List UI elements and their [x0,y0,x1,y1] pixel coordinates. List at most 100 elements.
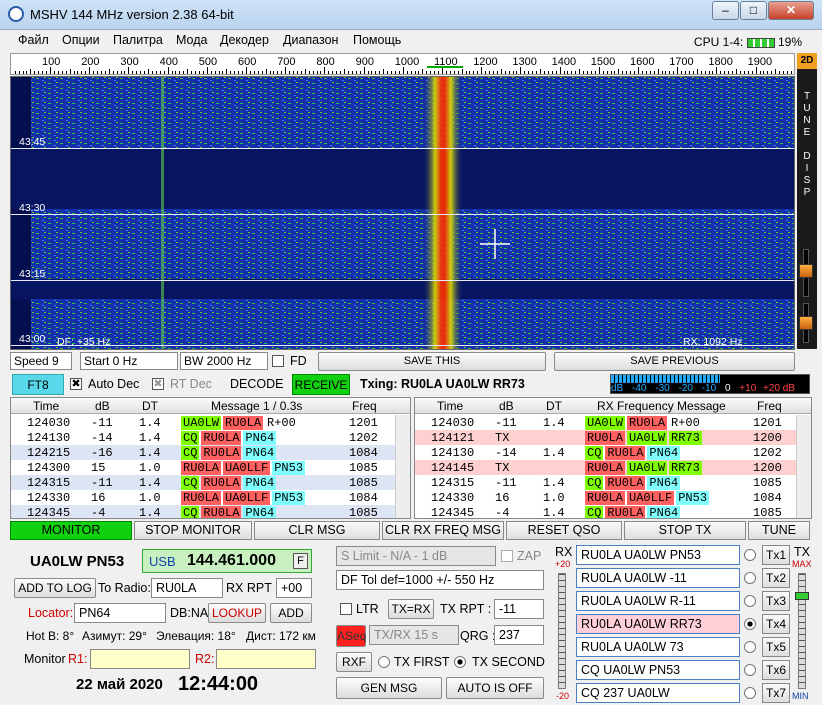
tx-message-field[interactable]: RU0LA UA0LW 73 [576,637,740,657]
tx-select-radio[interactable] [744,572,756,584]
reset-qso-button[interactable]: RESET QSO [506,521,622,540]
rt-dec-checkbox[interactable]: ✖ [152,378,164,390]
table-row[interactable]: 124130 -14 1.4 1202 CQ RU0LA PN64 [11,430,410,446]
table-row[interactable]: 124300 15 1.0 1085 RU0LA UA0LLF PN53 [11,460,410,476]
menu-band[interactable]: Диапазон [283,33,338,47]
gain-slider-track[interactable] [799,249,813,297]
tx-first-radio[interactable] [378,656,390,668]
tx-select-radio[interactable] [744,664,756,676]
menu-options[interactable]: Опции [62,33,100,47]
mode-ft8-button[interactable]: FT8 [12,374,64,395]
stop-monitor-button[interactable]: STOP MONITOR [134,521,252,540]
auto-dec-checkbox[interactable]: ✖ [70,378,82,390]
to-radio-field[interactable]: RU0LA [151,578,223,598]
table-row[interactable]: 124130 -14 1.4 1202 CQ RU0LA PN64 [415,445,811,461]
stop-tx-button[interactable]: STOP TX [624,521,746,540]
add-button[interactable]: ADD [270,603,312,623]
zap-checkbox[interactable] [501,550,513,562]
rx-frequency-table[interactable]: Time dB DT RX Frequency Message Freq 124… [414,397,812,519]
table-row[interactable]: 124330 16 1.0 1084 RU0LA UA0LLF PN53 [11,490,410,506]
table-row[interactable]: 124315 -11 1.4 1085 CQ RU0LA PN64 [11,475,410,491]
fd-checkbox[interactable] [272,355,284,367]
maximize-button[interactable]: □ [740,1,767,20]
tx-rx-period-field[interactable]: TX/RX 15 s [369,625,459,645]
minimize-button[interactable]: – [712,1,739,20]
tx-button[interactable]: Tx1 [762,545,790,565]
lookup-button[interactable]: LOOKUP [208,603,266,623]
clr-rx-freq-msg-button[interactable]: CLR RX FREQ MSG [382,521,504,540]
menu-mode[interactable]: Мода [176,33,207,47]
menu-palette[interactable]: Палитра [113,33,163,47]
speed-spinbox[interactable]: Speed 9 [10,352,72,370]
tx-level-slider[interactable] [795,573,809,689]
table-row[interactable]: 124215 -16 1.4 1084 CQ RU0LA PN64 [11,445,410,461]
tx-message-field[interactable]: RU0LA UA0LW R-11 [576,591,740,611]
tx-button[interactable]: Tx4 [762,614,790,634]
aseq-button[interactable]: ASeq [336,625,366,647]
tx-select-radio[interactable] [744,687,756,699]
r1-field[interactable] [90,649,190,669]
ltr-checkbox[interactable] [340,603,352,615]
qrg-field[interactable]: 237 [494,625,544,645]
tune-button[interactable]: TUNE [748,521,810,540]
tx-button[interactable]: Tx6 [762,660,790,680]
table-row[interactable]: 124030 -11 1.4 1201 UA0LW RU0LA R+00 [11,415,410,431]
menu-file[interactable]: Файл [18,33,49,47]
table-scrollbar[interactable] [395,415,410,518]
freq-f-button[interactable]: F [293,553,308,569]
s-limit-field[interactable]: S Limit - N/A - 1 dB [336,546,496,566]
tx-second-radio[interactable] [454,656,466,668]
close-button[interactable]: ✕ [768,1,814,20]
tx-rpt-field[interactable]: -11 [494,599,544,619]
tx-message-field[interactable]: RU0LA UA0LW PN53 [576,545,740,565]
clr-msg-button[interactable]: CLR MSG [254,521,380,540]
tx-button[interactable]: Tx3 [762,591,790,611]
save-previous-button[interactable]: SAVE PREVIOUS [554,352,795,371]
table-row[interactable]: 124315 -11 1.4 1085 CQ RU0LA PN64 [415,475,811,491]
locator-field[interactable]: PN64 [74,603,166,623]
gain-slider-knob[interactable] [799,264,813,278]
tx-select-radio[interactable] [744,618,756,630]
table-row[interactable]: 124345 -4 1.4 1085 CQ RU0LA PN64 [11,505,410,518]
frequency-ruler[interactable]: 100 200 300 400 500 600 700 800 900 1000 1100 1200 1… [10,53,795,75]
auto-is-off-button[interactable]: AUTO IS OFF [446,677,544,699]
monitor-button[interactable]: MONITOR [10,521,132,540]
tx-level-knob[interactable] [795,592,809,600]
tx-message-field[interactable]: RU0LA UA0LW RR73 [576,614,740,634]
bandwidth-spinbox[interactable]: BW 2000 Hz [180,352,268,370]
table-row[interactable]: 124345 -4 1.4 1085 CQ RU0LA PN64 [415,505,811,518]
r2-field[interactable] [216,649,316,669]
contrast-slider-track[interactable] [799,303,813,343]
add-to-log-button[interactable]: ADD TO LOG [14,578,96,598]
tx-select-radio[interactable] [744,549,756,561]
rx-rpt-field[interactable]: +00 [276,578,312,598]
tx-message-field[interactable]: CQ 237 UA0LW [576,683,740,703]
menu-help[interactable]: Помощь [353,33,401,47]
tx-message-field[interactable]: RU0LA UA0LW -11 [576,568,740,588]
menu-decoder[interactable]: Декодер [220,33,269,47]
table-row[interactable]: 124330 16 1.0 1084 RU0LA UA0LLF PN53 [415,490,811,506]
table-row[interactable]: 124030 -11 1.4 1201 UA0LW RU0LA R+00 [415,415,811,431]
rxf-button[interactable]: RXF [336,652,372,672]
start-freq-spinbox[interactable]: Start 0 Hz [80,352,178,370]
mode-2d-button[interactable]: 2D [797,53,817,69]
tx-eq-rx-button[interactable]: TX=RX [388,599,434,619]
tx-select-radio[interactable] [744,595,756,607]
band-activity-table[interactable]: Time dB DT Message 1 / 0.3s Freq 124030 -… [10,397,411,519]
tx-button[interactable]: Tx2 [762,568,790,588]
rx-level-slider[interactable] [558,573,566,689]
table-scrollbar[interactable] [796,415,811,518]
table-row[interactable]: 124145 TX 1200 RU0LA UA0LW RR73 [415,460,811,476]
table-row[interactable]: 124121 TX 1200 RU0LA UA0LW RR73 [415,430,811,446]
tx-button[interactable]: Tx7 [762,683,790,703]
ruler-tick [167,67,169,74]
gen-msg-button[interactable]: GEN MSG [336,677,442,699]
waterfall-display[interactable]: 43:45 43:30 43:15 43:00 DF: +35 Hz RX: 1… [10,76,795,350]
save-this-button[interactable]: SAVE THIS [318,352,546,371]
tx-message-field[interactable]: CQ UA0LW PN53 [576,660,740,680]
decode-button[interactable]: DECODE [230,377,283,391]
df-tol-field[interactable]: DF Tol def=1000 +/- 550 Hz [336,570,544,590]
tx-select-radio[interactable] [744,641,756,653]
contrast-slider-knob[interactable] [799,316,813,330]
tx-button[interactable]: Tx5 [762,637,790,657]
